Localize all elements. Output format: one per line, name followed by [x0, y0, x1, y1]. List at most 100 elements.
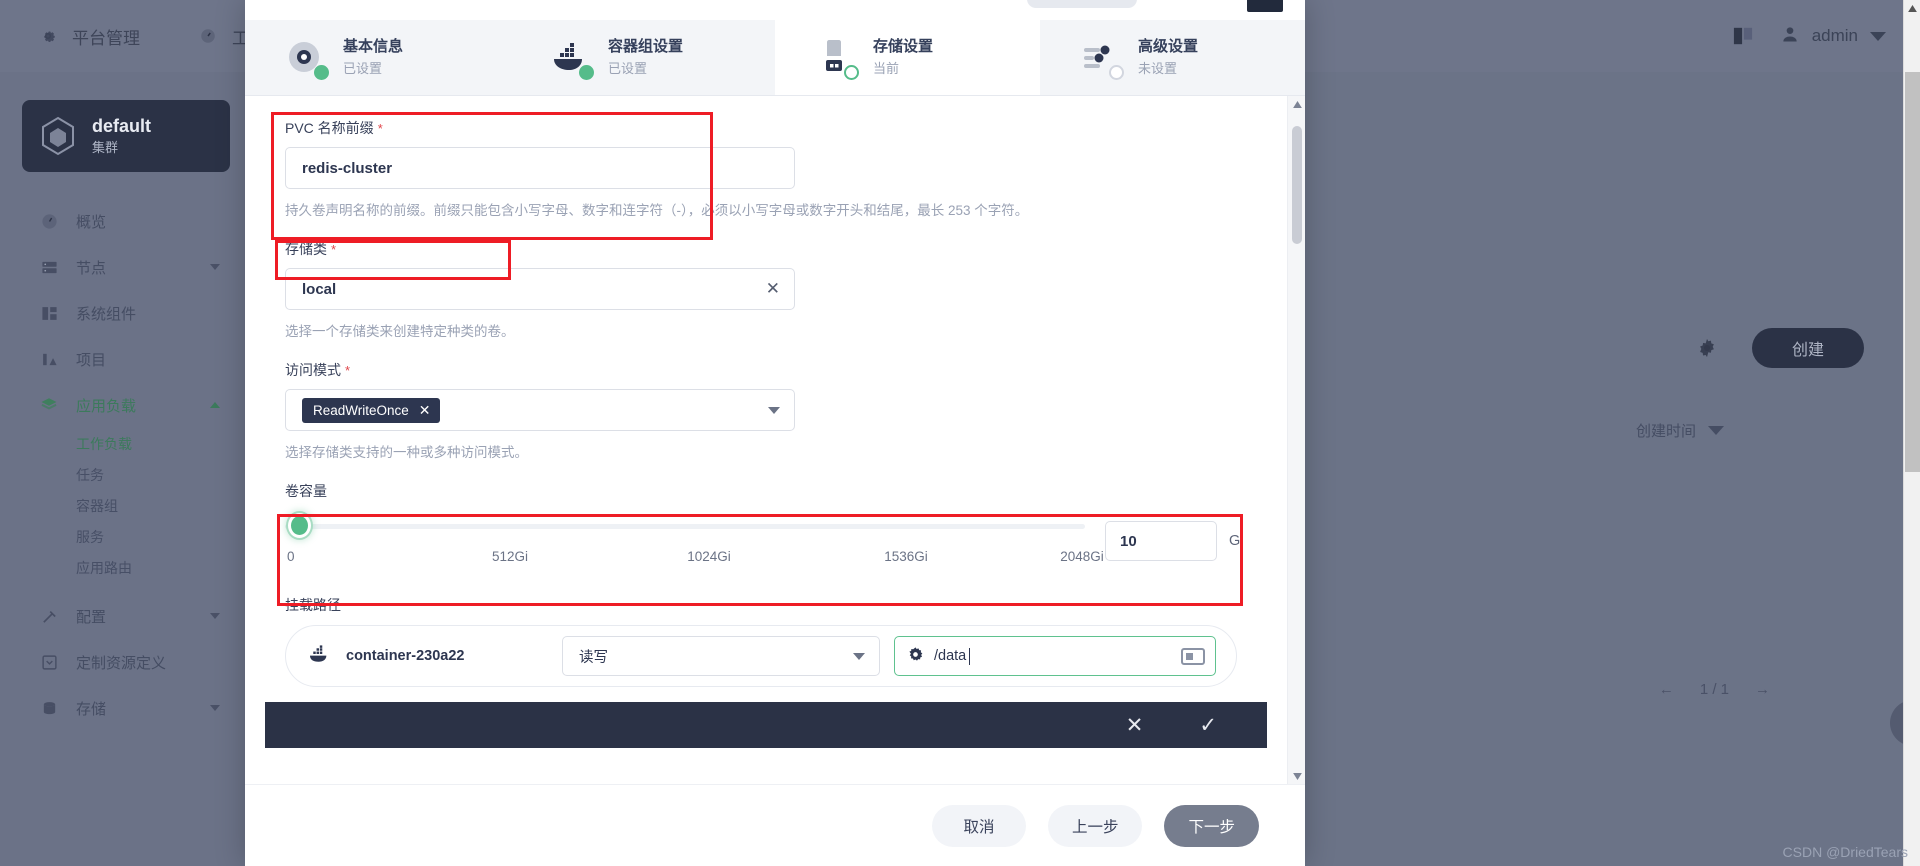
capacity-unit: Gi — [1229, 533, 1244, 549]
pvc-prefix-label: PVC 名称前缀 * — [285, 120, 383, 136]
clear-icon[interactable]: ✕ — [766, 279, 780, 299]
sidebar-item-ingresses[interactable]: 应用路由 — [0, 552, 246, 583]
capacity-tick-0: 0 — [287, 549, 295, 564]
volume-icon — [813, 36, 859, 80]
sidebar-item-workloads-group-label: 应用负载 — [76, 397, 137, 415]
sidebar-item-workloads-group[interactable]: 应用负载 — [0, 382, 246, 428]
cube-icon — [40, 116, 76, 156]
sidebar-item-overview[interactable]: 概览 — [0, 198, 246, 244]
pvc-prefix-value: redis-cluster — [302, 159, 393, 177]
pvc-prefix-input[interactable]: redis-cluster — [285, 147, 795, 189]
modal-body: PVC 名称前缀 * redis-cluster 持久卷声明名称的前缀。前缀只能包… — [245, 96, 1305, 784]
step-storage-settings[interactable]: 存储设置 当前 — [775, 20, 1040, 95]
capacity-tick-2: 1024Gi — [687, 549, 731, 564]
background-sidebar: default 集群 概览 节点 系统组件 项目 应用负载 工作负载 任务 容器… — [0, 72, 246, 866]
mount-path-field: 挂载路径 container-230a22 读写 /data — [285, 595, 1257, 687]
chevron-down-icon — [210, 705, 220, 711]
sidebar-item-jobs[interactable]: 任务 — [0, 459, 246, 490]
sidebar-item-nodes[interactable]: 节点 — [0, 244, 246, 290]
step-pod-settings-status: 已设置 — [608, 60, 648, 76]
sidebar-item-pods[interactable]: 容器组 — [0, 490, 246, 521]
sidebar-item-services[interactable]: 服务 — [0, 521, 246, 552]
step-basic-info-title: 基本信息 — [343, 37, 404, 55]
capacity-slider[interactable] — [285, 513, 1085, 539]
step-status-dot — [579, 64, 594, 80]
sidebar-item-overview-label: 概览 — [76, 213, 107, 231]
scroll-down-arrow[interactable] — [1288, 768, 1305, 784]
pagination: ← 1 / 1 → — [1659, 681, 1770, 698]
sidebar-item-ingresses-label: 应用路由 — [76, 559, 132, 576]
scroll-up-arrow[interactable] — [1288, 96, 1305, 112]
book-icon[interactable] — [1732, 26, 1754, 46]
page-scrollbar[interactable] — [1903, 0, 1920, 866]
chevron-down-icon — [1708, 426, 1724, 435]
hammer-icon — [40, 607, 58, 625]
access-mode-tag-label: ReadWriteOnce — [313, 402, 409, 418]
top-nav-platform-admin[interactable]: 平台管理 — [38, 24, 140, 49]
mount-container: container-230a22 — [308, 645, 548, 667]
slider-track — [285, 524, 1085, 529]
user-icon — [1780, 24, 1800, 49]
gear-icon[interactable] — [1696, 337, 1718, 359]
cluster-selector[interactable]: default 集群 — [22, 100, 230, 172]
storage-class-value: local — [302, 280, 337, 298]
capacity-input[interactable]: 10 — [1105, 521, 1217, 561]
scroll-up-arrow[interactable] — [1904, 0, 1920, 17]
step-storage-settings-title: 存储设置 — [873, 37, 934, 55]
scrollbar-thumb[interactable] — [1292, 126, 1302, 244]
sidebar-item-storage-label: 存储 — [76, 700, 107, 718]
modal-scrollbar[interactable] — [1287, 96, 1305, 784]
capacity-value: 10 — [1120, 532, 1137, 550]
mount-mode-select[interactable]: 读写 — [562, 636, 880, 676]
capacity-tick-4: 2048Gi — [1060, 549, 1104, 564]
server-icon — [40, 258, 58, 276]
modal-footer: 取消 上一步 下一步 — [245, 784, 1305, 866]
sort-dropdown[interactable]: 创建时间 — [1636, 420, 1724, 441]
sidebar-item-system-components[interactable]: 系统组件 — [0, 290, 246, 336]
storage-icon — [40, 699, 58, 717]
modal-action-bar: ✕ ✓ — [265, 702, 1267, 748]
mount-path-input[interactable]: /data — [894, 636, 1216, 676]
access-mode-label: 访问模式 * — [285, 362, 351, 378]
create-button[interactable]: 创建 — [1752, 328, 1864, 368]
user-menu[interactable]: admin — [1780, 24, 1886, 49]
sidebar-item-crd[interactable]: 定制资源定义 — [0, 639, 246, 685]
slider-handle[interactable] — [288, 513, 311, 538]
scrollbar-thumb[interactable] — [1905, 72, 1920, 472]
cancel-icon[interactable]: ✕ — [1126, 715, 1144, 736]
background-top-right: admin — [1732, 0, 1886, 72]
close-icon[interactable]: ✕ — [419, 402, 431, 419]
step-pod-settings[interactable]: 容器组设置 已设置 — [510, 20, 775, 95]
next-button[interactable]: 下一步 — [1164, 804, 1259, 847]
chevron-up-icon — [210, 402, 220, 408]
storage-class-select[interactable]: local ✕ — [285, 268, 795, 310]
previous-button[interactable]: 上一步 — [1047, 804, 1143, 847]
crd-icon — [40, 653, 58, 671]
cancel-button[interactable]: 取消 — [931, 804, 1026, 847]
access-mode-tag: ReadWriteOnce ✕ — [302, 397, 440, 423]
confirm-icon[interactable]: ✓ — [1199, 715, 1217, 736]
top-stub-block — [1247, 0, 1283, 12]
background-create-row: 创建 — [1696, 328, 1864, 368]
access-mode-select[interactable]: ReadWriteOnce ✕ — [285, 389, 795, 431]
prev-page-button[interactable]: ← — [1659, 681, 1674, 698]
sidebar-item-config[interactable]: 配置 — [0, 593, 246, 639]
access-mode-field: 访问模式 * ReadWriteOnce ✕ 选择存储类支持的一种或多种访问模式。 — [285, 360, 1257, 461]
step-basic-info[interactable]: 基本信息 已设置 — [245, 20, 510, 95]
step-advanced-settings[interactable]: 高级设置 未设置 — [1040, 20, 1305, 95]
keyboard-icon[interactable] — [1181, 647, 1205, 665]
next-page-button[interactable]: → — [1755, 681, 1770, 698]
sidebar-item-nodes-label: 节点 — [76, 259, 107, 277]
sidebar-item-crd-label: 定制资源定义 — [76, 654, 167, 672]
access-mode-hint: 选择存储类支持的一种或多种访问模式。 — [285, 445, 528, 460]
sidebar-item-projects-label: 项目 — [76, 351, 107, 369]
sidebar-item-projects[interactable]: 项目 — [0, 336, 246, 382]
dashboard-icon — [198, 26, 218, 46]
capacity-tick-1: 512Gi — [491, 549, 529, 564]
step-basic-info-status: 已设置 — [343, 60, 383, 76]
storage-class-field: 存储类 * local ✕ 选择一个存储类来创建特定种类的卷。 — [285, 239, 1257, 340]
sidebar-item-pods-label: 容器组 — [76, 497, 118, 514]
project-icon — [40, 350, 58, 368]
sidebar-item-storage[interactable]: 存储 — [0, 685, 246, 731]
sidebar-item-workloads[interactable]: 工作负载 — [0, 428, 246, 459]
